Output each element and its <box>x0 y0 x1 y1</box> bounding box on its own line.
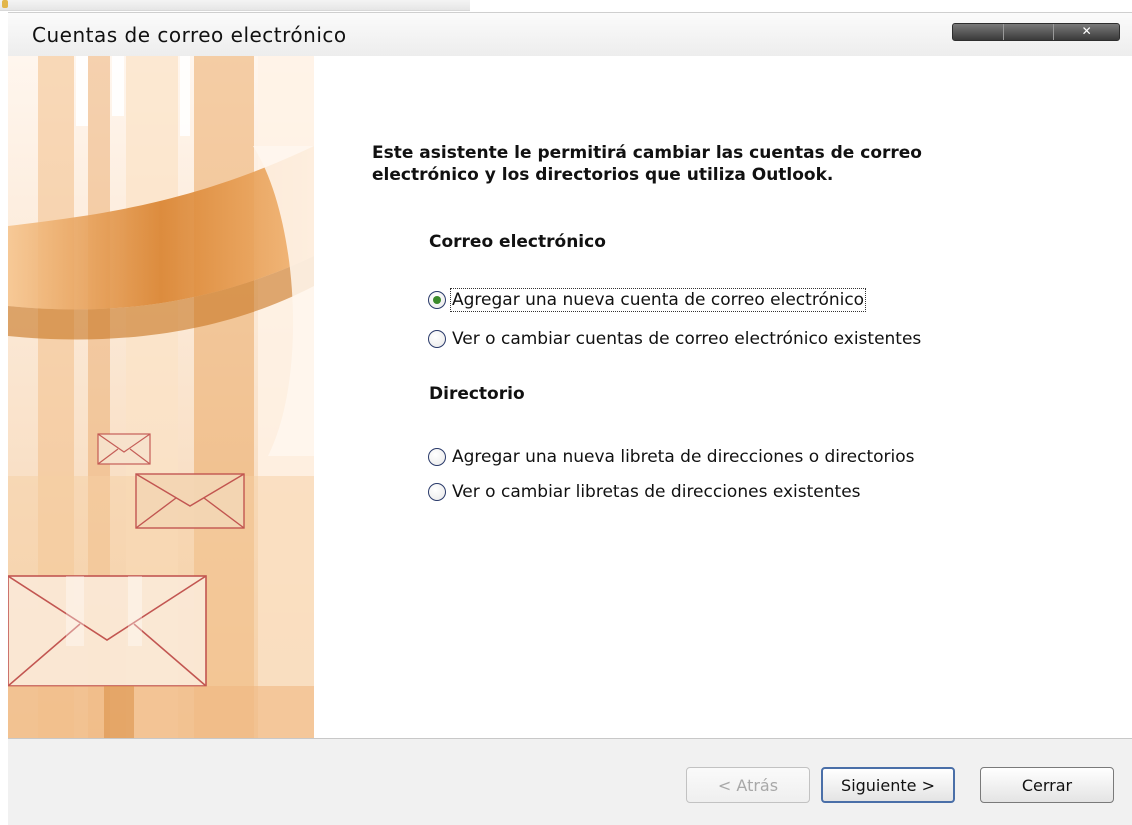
radio-label: Agregar una nueva cuenta de correo elect… <box>449 288 867 312</box>
background-window-edge <box>0 0 470 11</box>
radio-label: Ver o cambiar cuentas de correo electrón… <box>452 329 922 349</box>
radio-label: Agregar una nueva libreta de direcciones… <box>452 447 915 467</box>
next-button[interactable]: Siguiente > <box>821 767 955 803</box>
radio-view-email-accounts[interactable]: Ver o cambiar cuentas de correo electrón… <box>428 327 921 351</box>
back-button[interactable]: < Atrás <box>686 767 810 803</box>
intro-text: Este asistente le permitirá cambiar las … <box>372 143 922 185</box>
large-envelope-icon <box>8 575 207 687</box>
radio-button-icon[interactable] <box>428 448 446 466</box>
radio-view-address-books[interactable]: Ver o cambiar libretas de direcciones ex… <box>428 480 861 504</box>
wizard-side-illustration <box>8 56 314 738</box>
close-icon[interactable]: ✕ <box>1054 24 1119 40</box>
radio-label: Ver o cambiar libretas de direcciones ex… <box>452 482 861 502</box>
wizard-button-bar: < Atrás Siguiente > Cerrar <box>8 738 1132 825</box>
app-icon <box>2 0 8 8</box>
title-bar[interactable]: Cuentas de correo electrónico ✕ <box>8 12 1132 56</box>
radio-button-icon[interactable] <box>428 330 446 348</box>
window-controls: ✕ <box>952 23 1120 41</box>
window-title: Cuentas de correo electrónico <box>32 23 347 47</box>
minimize-icon[interactable] <box>953 24 1004 40</box>
wizard-content: Este asistente le permitirá cambiar las … <box>314 56 1132 738</box>
radio-add-email-account[interactable]: Agregar una nueva cuenta de correo elect… <box>428 288 867 312</box>
close-button[interactable]: Cerrar <box>980 767 1114 803</box>
email-accounts-dialog: Cuentas de correo electrónico ✕ Este asi… <box>0 0 1132 825</box>
maximize-icon[interactable] <box>1003 24 1055 40</box>
directory-section-heading: Directorio <box>429 384 525 404</box>
email-section-heading: Correo electrónico <box>429 232 606 252</box>
radio-button-checked-icon[interactable] <box>428 291 446 309</box>
radio-button-icon[interactable] <box>428 483 446 501</box>
small-envelope-icon <box>97 433 151 465</box>
medium-envelope-icon <box>135 473 245 529</box>
radio-add-address-book[interactable]: Agregar una nueva libreta de direcciones… <box>428 445 915 469</box>
envelope-illustration <box>8 56 314 738</box>
